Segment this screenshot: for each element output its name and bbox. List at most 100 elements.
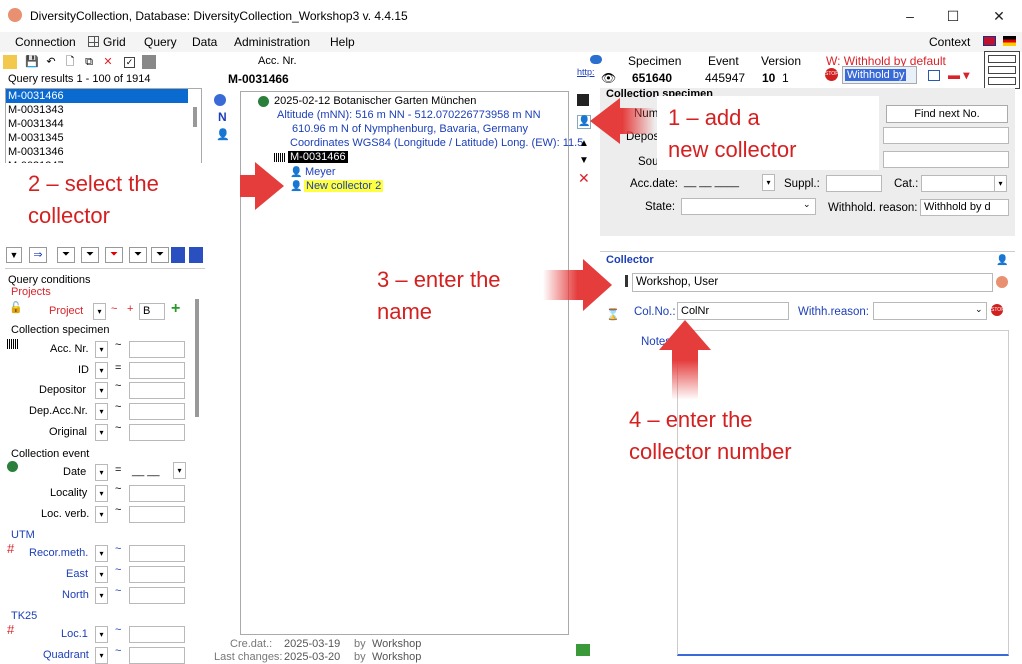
checkbox-icon[interactable]: ✓ [124,57,135,68]
image-icon[interactable] [928,70,940,81]
withh-dropdown-icon[interactable]: ⌄ [975,304,983,315]
menu-query[interactable]: Query [144,35,177,49]
id-input[interactable] [129,362,185,379]
columns2-icon[interactable] [189,247,203,263]
new-icon[interactable]: 🗋 [63,55,77,69]
filter-icon[interactable]: ⏷ [57,247,75,263]
depositor-field[interactable] [883,127,1009,144]
project-select[interactable]: B [139,303,165,320]
cat-dropdown[interactable]: ▾ [994,175,1007,192]
north-arrow-icon[interactable]: N [218,110,227,124]
maximize-button[interactable]: ☐ [940,6,966,26]
red-dash-icon[interactable]: ▬ ▾ [948,68,969,82]
menu-grid[interactable]: Grid [103,35,126,49]
filter-add-icon[interactable]: ⏷ [81,247,99,263]
filter-remove-icon[interactable]: ⏷ [105,247,123,263]
view-option-1[interactable] [988,55,1016,63]
quadrant-input[interactable] [129,647,185,664]
notes-textarea[interactable] [677,330,1009,656]
depositor-op[interactable]: ▾ [95,382,108,399]
menu-connection[interactable]: Connection [15,35,76,49]
colno-input[interactable]: ColNr [677,302,789,320]
move-up-icon[interactable]: ▲ [579,138,589,149]
source-field[interactable] [883,151,1009,168]
original-op[interactable]: ▾ [95,424,108,441]
view-option-3[interactable] [988,77,1016,85]
project-op-dropdown[interactable]: ▾ [93,303,106,320]
east-op[interactable]: ▾ [95,566,108,583]
cat-select[interactable] [921,175,995,192]
tree-altitude[interactable]: Altitude (mNN): 516 m NN - 512.070226773… [277,109,541,121]
withhold-select[interactable]: Withhold by [842,66,917,84]
add-green-icon[interactable] [576,644,590,656]
menu-help[interactable]: Help [330,35,355,49]
north-op[interactable]: ▾ [95,587,108,604]
tree-locality[interactable]: 610.96 m N of Nymphenburg, Bavaria, Germ… [292,123,528,135]
suppl-input[interactable] [826,175,882,192]
scanner-icon[interactable] [142,55,156,69]
filter-copy-icon[interactable]: ⏷ [151,247,169,263]
tree-coordinates[interactable]: Coordinates WGS84 (Longitude / Latitude)… [290,137,583,149]
http-link[interactable]: http: [577,67,595,77]
eye-icon[interactable]: 👁 [601,71,616,85]
tree-collector-meyer[interactable]: Meyer [305,166,336,178]
handle-icon[interactable] [625,275,628,287]
locality-op[interactable]: ▾ [95,485,108,502]
collector-name-input[interactable]: Workshop, User [632,273,993,292]
acc-nr-op[interactable]: ▾ [95,341,108,358]
loc1-input[interactable] [129,626,185,643]
menu-context[interactable]: Context [929,35,970,49]
conditions-scrollbar[interactable] [195,299,199,417]
acc-date-input[interactable]: __ __ ____ [681,175,761,192]
person-icon[interactable]: 👤 [216,128,230,141]
close-button[interactable]: ✕ [986,6,1012,26]
undo-icon[interactable]: ↶ [44,55,58,69]
recor-meth-op[interactable]: ▾ [95,545,108,562]
state-select[interactable] [681,198,816,215]
recor-meth-input[interactable] [129,545,185,562]
list-scrollbar[interactable] [193,107,197,127]
list-item[interactable]: M-0031345 [8,132,64,144]
columns-icon[interactable] [171,247,185,263]
list-item[interactable]: M-0031344 [8,118,64,130]
list-item[interactable]: M-0031466 [6,89,188,103]
north-input[interactable] [129,587,185,604]
remove-icon[interactable]: ✕ [578,170,590,187]
menu-data[interactable]: Data [192,35,217,49]
tree-specimen[interactable]: M-0031466 [288,151,348,163]
date-op[interactable]: ▾ [95,464,108,481]
east-input[interactable] [129,566,185,583]
add-collector-icon[interactable]: 👤 [577,115,591,129]
filter-up-icon[interactable]: ⏷ [129,247,147,263]
copy-icon[interactable]: ⧉ [82,55,96,69]
depositor-input[interactable] [129,382,185,399]
flag-uk-icon[interactable] [983,36,996,46]
flag-de-icon[interactable] [1003,36,1016,46]
quadrant-op[interactable]: ▾ [95,647,108,664]
loc-verb-input[interactable] [129,506,185,523]
dep-acc-nr-op[interactable]: ▾ [95,403,108,420]
acc-nr-input[interactable] [129,341,185,358]
list-item[interactable]: M-0031343 [8,104,64,116]
save-record-icon[interactable] [577,94,589,106]
original-input[interactable] [129,424,185,441]
globe-menu-icon[interactable] [214,94,226,106]
add-project-icon[interactable]: + [171,300,180,318]
find-next-button[interactable]: Find next No. [886,105,1008,123]
arrow-right-icon[interactable]: ⇒ [29,247,47,263]
view-option-2[interactable] [988,66,1016,74]
acc-date-picker[interactable]: ▾ [762,174,775,191]
delete-icon[interactable]: ✕ [101,55,115,69]
menu-administration[interactable]: Administration [234,35,310,49]
open-icon[interactable] [3,55,17,69]
loc1-op[interactable]: ▾ [95,626,108,643]
tree-event[interactable]: 2025-02-12 Botanischer Garten München [274,95,476,107]
view-switch-panel[interactable] [984,51,1020,89]
agent-link-icon[interactable] [996,276,1008,288]
date-picker[interactable]: ▾ [173,462,186,479]
tree-collector-new[interactable]: New collector 2 [304,180,384,192]
date-input[interactable]: __ __ [129,464,171,481]
move-down-icon[interactable]: ▼ [579,155,589,166]
loc-verb-op[interactable]: ▾ [95,506,108,523]
dropdown-icon[interactable]: ▼ [6,247,22,263]
